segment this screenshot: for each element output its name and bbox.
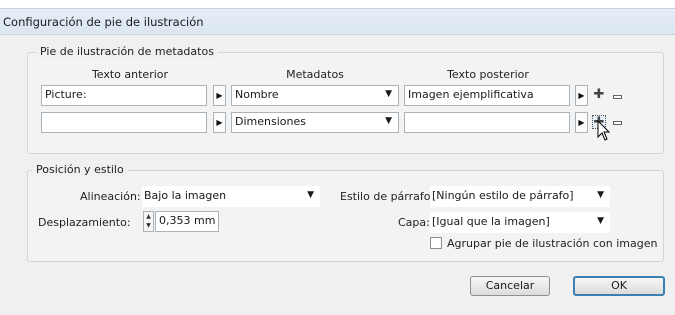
group-caption-label[interactable]: Agrupar pie de ilustración con imagen [447, 237, 657, 250]
cancel-button[interactable]: Cancelar [470, 276, 550, 296]
metadata-legend: Pie de ilustración de metadatos [36, 45, 218, 58]
mouse-cursor-icon [597, 120, 611, 141]
layer-select-value: [Igual que la imagen] [432, 215, 550, 228]
position-style-legend: Posición y estilo [32, 163, 128, 176]
paragraph-style-select[interactable]: [Ningún estilo de párrafo] ▼ [430, 186, 610, 207]
metadata-select-2-value: Dimensiones [235, 115, 306, 128]
chevron-down-icon: ▼ [385, 116, 392, 126]
before-text-field-2[interactable] [41, 112, 207, 133]
insert-special-char-after-button-2[interactable]: ▶ [575, 112, 588, 133]
after-text-header: Texto posterior [447, 68, 529, 81]
metadata-select-2[interactable]: Dimensiones ▼ [231, 112, 399, 133]
alignment-label: Alineación: [80, 190, 141, 203]
alignment-select[interactable]: Bajo la imagen ▼ [142, 186, 320, 207]
offset-field[interactable]: 0,353 mm [155, 211, 219, 232]
before-text-header: Texto anterior [91, 68, 169, 81]
paragraph-style-select-value: [Ningún estilo de párrafo] [432, 189, 574, 202]
paragraph-style-label: Estilo de párrafo: [340, 190, 435, 203]
alignment-select-value: Bajo la imagen [144, 189, 227, 202]
insert-special-char-button-1[interactable]: ▶ [213, 85, 226, 106]
chevron-down-icon: ▼ [307, 190, 314, 200]
offset-stepper[interactable]: ▲ ▼ [143, 211, 154, 232]
dialog-title: Configuración de pie de ilustración [3, 15, 204, 29]
before-text-field-1[interactable]: Picture: [41, 85, 207, 106]
after-text-field-2[interactable] [404, 112, 570, 133]
metadata-header: Metadatos [286, 68, 344, 81]
remove-row-icon[interactable] [613, 121, 622, 125]
insert-special-char-button-2[interactable]: ▶ [213, 112, 226, 133]
chevron-down-icon: ▼ [597, 216, 604, 226]
chevron-down-icon: ▼ [597, 190, 604, 200]
after-text-field-1[interactable]: Imagen ejemplificativa [404, 85, 570, 106]
add-row-icon[interactable]: ✚ [592, 88, 606, 102]
layer-label: Capa: [398, 216, 430, 229]
caption-setup-dialog: Configuración de pie de ilustración Pie … [0, 8, 675, 315]
insert-special-char-after-button-1[interactable]: ▶ [575, 85, 588, 106]
metadata-select-1[interactable]: Nombre ▼ [231, 85, 399, 106]
chevron-down-icon: ▼ [385, 89, 392, 99]
layer-select[interactable]: [Igual que la imagen] ▼ [430, 212, 610, 233]
remove-row-icon[interactable] [613, 95, 622, 99]
ok-button[interactable]: OK [573, 276, 665, 296]
dialog-titlebar: Configuración de pie de ilustración [0, 9, 675, 35]
group-caption-checkbox[interactable] [430, 237, 442, 249]
metadata-select-1-value: Nombre [235, 88, 279, 101]
offset-label: Desplazamiento: [38, 216, 131, 229]
